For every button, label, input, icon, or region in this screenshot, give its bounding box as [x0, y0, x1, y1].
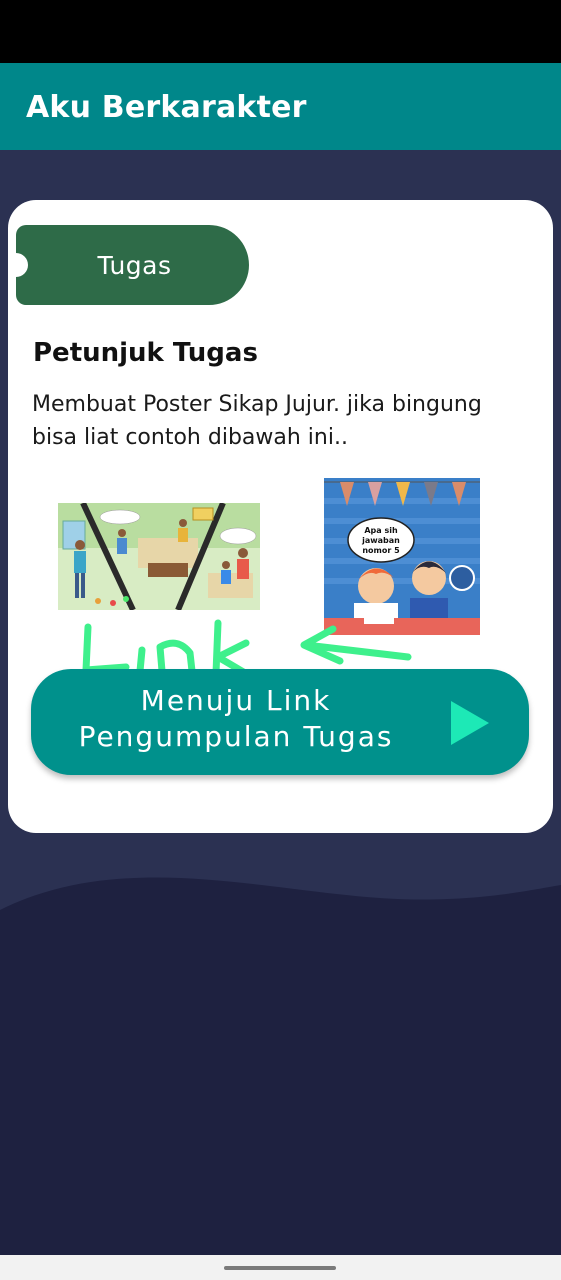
cta-line-1: Menuju Link: [140, 684, 332, 717]
task-heading: Petunjuk Tugas: [33, 338, 258, 368]
speech-line-3: nomor 5: [362, 546, 400, 555]
app-title: Aku Berkarakter: [26, 90, 307, 125]
example-image-1[interactable]: [58, 503, 260, 610]
example-image-2[interactable]: Apa sih jawaban nomor 5: [324, 478, 480, 635]
submission-link-label: Menuju Link Pengumpulan Tugas: [51, 683, 421, 755]
speech-line-2: jawaban: [361, 536, 400, 545]
play-icon: [451, 701, 489, 745]
submission-link-button[interactable]: Menuju Link Pengumpulan Tugas: [31, 669, 529, 775]
tag-label: Tugas: [97, 250, 172, 280]
speech-line-1: Apa sih: [364, 526, 398, 535]
status-bar: [0, 0, 561, 63]
home-gesture-handle[interactable]: [224, 1266, 336, 1270]
system-nav-bar: [0, 1255, 561, 1280]
task-card: Tugas Petunjuk Tugas Membuat Poster Sika…: [8, 200, 553, 833]
task-description: Membuat Poster Sikap Jujur. jika bingung…: [32, 392, 482, 450]
app-bar: Aku Berkarakter: [0, 63, 561, 150]
cta-line-2: Pengumpulan Tugas: [78, 720, 394, 753]
